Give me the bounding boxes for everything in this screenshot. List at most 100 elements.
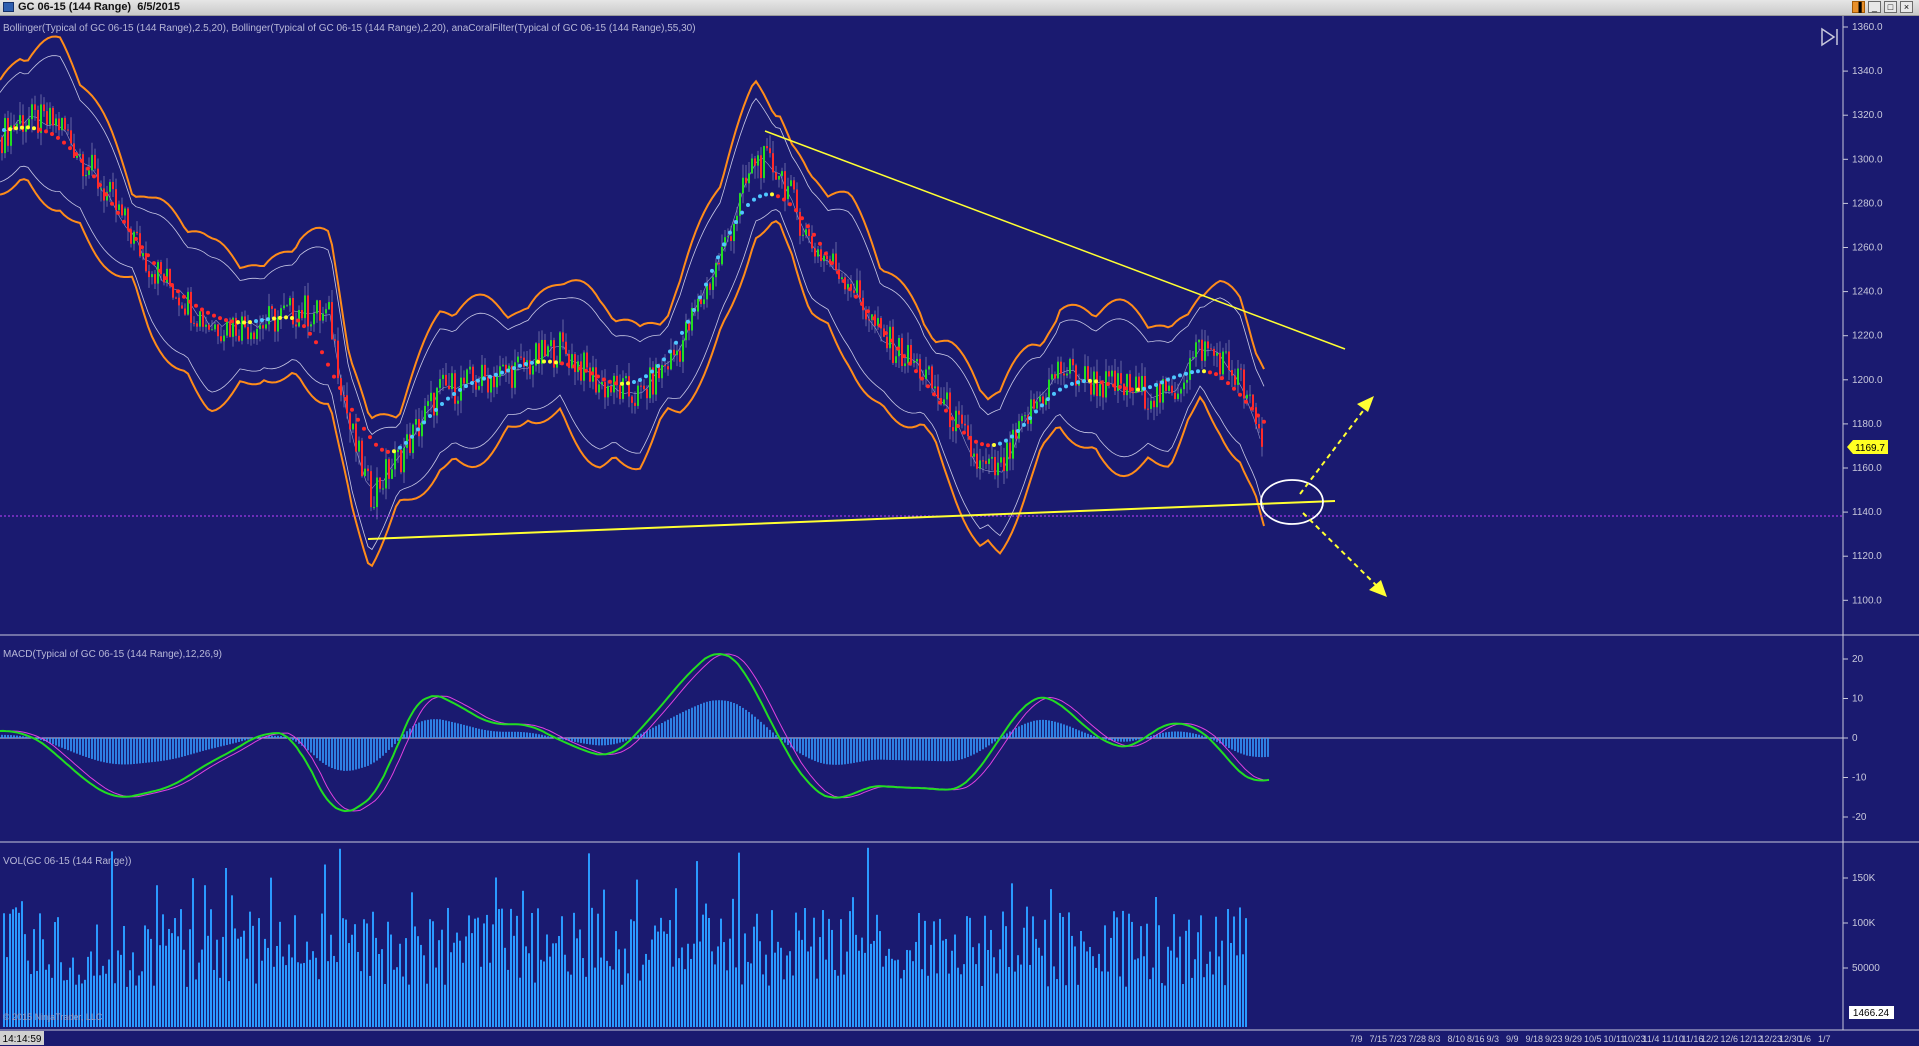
coral-dot — [1202, 369, 1206, 374]
volume-bar — [1110, 937, 1112, 1027]
volume-bar — [939, 918, 941, 1027]
candle-body — [946, 392, 948, 400]
coral-dot — [416, 427, 420, 432]
volume-bar — [1116, 917, 1118, 1027]
volume-bar — [315, 957, 317, 1027]
coral-dot — [836, 270, 840, 275]
volume-bar — [243, 930, 245, 1027]
volume-bar — [1197, 932, 1199, 1027]
price-tick-label: 1260.0 — [1852, 243, 1883, 254]
volume-bar — [627, 973, 629, 1027]
volume-bar — [153, 985, 155, 1027]
candle-body — [202, 311, 204, 327]
candle-body — [394, 452, 396, 470]
volume-bar — [807, 951, 809, 1027]
volume-bar — [234, 928, 236, 1027]
candle-body — [58, 118, 60, 131]
candle-body — [919, 358, 921, 379]
volume-bar — [462, 962, 464, 1027]
volume-bar — [1065, 985, 1067, 1027]
candle-body — [901, 338, 903, 367]
coral-dot — [1058, 387, 1062, 392]
volume-bar — [459, 940, 461, 1027]
coral-dot — [824, 251, 828, 256]
candle-body — [577, 361, 579, 373]
coral-dot — [638, 378, 642, 383]
volume-bar — [186, 986, 188, 1027]
coral-dot — [404, 440, 408, 445]
close-icon[interactable]: × — [1900, 1, 1913, 13]
minimize-icon[interactable]: _ — [1868, 1, 1881, 13]
coral-dot — [932, 392, 936, 397]
maximize-icon[interactable]: □ — [1884, 1, 1897, 13]
coral-dot — [230, 319, 234, 324]
candle-body — [157, 262, 159, 284]
volume-bar — [171, 933, 173, 1027]
coral-dot — [80, 159, 84, 164]
volume-bar — [681, 947, 683, 1027]
price-tick-label: 1300.0 — [1852, 154, 1883, 165]
volume-bar — [1239, 907, 1241, 1027]
coral-dot — [218, 316, 222, 321]
candle-body — [673, 349, 675, 356]
volume-bar — [408, 984, 410, 1027]
volume-bar — [279, 921, 281, 1027]
coral-dot — [398, 445, 402, 450]
candle-body — [241, 316, 243, 341]
coral-dot — [1130, 387, 1134, 392]
candle-body — [517, 356, 519, 363]
coral-dot — [782, 197, 786, 202]
coral-dot — [992, 443, 996, 448]
volume-bar — [1215, 916, 1217, 1027]
candle-body — [835, 253, 837, 270]
candle-body — [370, 471, 372, 508]
volume-bar — [270, 877, 272, 1027]
volume-bar — [159, 945, 161, 1027]
coral-dot — [1136, 387, 1140, 392]
volume-bar — [1077, 984, 1079, 1027]
volume-bar — [783, 979, 785, 1027]
volume-bar — [756, 913, 758, 1027]
candle-body — [379, 477, 381, 489]
candle-body — [1, 137, 3, 154]
candle-body — [298, 309, 300, 327]
volume-bar — [354, 924, 356, 1027]
volume-bar — [474, 918, 476, 1027]
candle-body — [619, 384, 621, 399]
candle-body — [697, 298, 699, 312]
volume-bar — [180, 909, 182, 1027]
candle-body — [484, 364, 486, 377]
candle-body — [757, 155, 759, 166]
coral-dot — [614, 381, 618, 386]
volume-bar — [633, 921, 635, 1027]
volume-bar — [18, 912, 20, 1027]
volume-bar — [198, 962, 200, 1027]
candle-body — [799, 211, 801, 236]
chart-area[interactable]: Bollinger(Typical of GC 06-15 (144 Range… — [0, 16, 1919, 1046]
price-tick-label: 1340.0 — [1852, 66, 1883, 77]
candle-body — [292, 298, 294, 325]
candle-body — [139, 233, 141, 257]
coral-dot — [704, 282, 708, 287]
candle-body — [349, 413, 351, 430]
volume-bar — [360, 971, 362, 1027]
volume-bar — [990, 929, 992, 1027]
time-tick-label: 9/29 — [1565, 1034, 1583, 1044]
candle-body — [328, 302, 330, 310]
restore-icon[interactable]: ▐ — [1852, 1, 1865, 13]
volume-bar — [1125, 986, 1127, 1027]
candle-body — [223, 335, 225, 342]
candle-body — [544, 339, 546, 357]
time-tick-label: 1/6 — [1799, 1034, 1812, 1044]
candle-body — [931, 366, 933, 389]
coral-dot — [422, 420, 426, 425]
volume-bar — [861, 937, 863, 1027]
volume-bar — [732, 898, 734, 1027]
coral-dot — [1028, 416, 1032, 421]
volume-bar — [150, 938, 152, 1027]
coral-dot — [254, 319, 258, 324]
coral-dot — [1106, 381, 1110, 386]
volume-bar — [648, 959, 650, 1027]
candle-body — [1126, 374, 1128, 396]
candle-body — [967, 425, 969, 437]
